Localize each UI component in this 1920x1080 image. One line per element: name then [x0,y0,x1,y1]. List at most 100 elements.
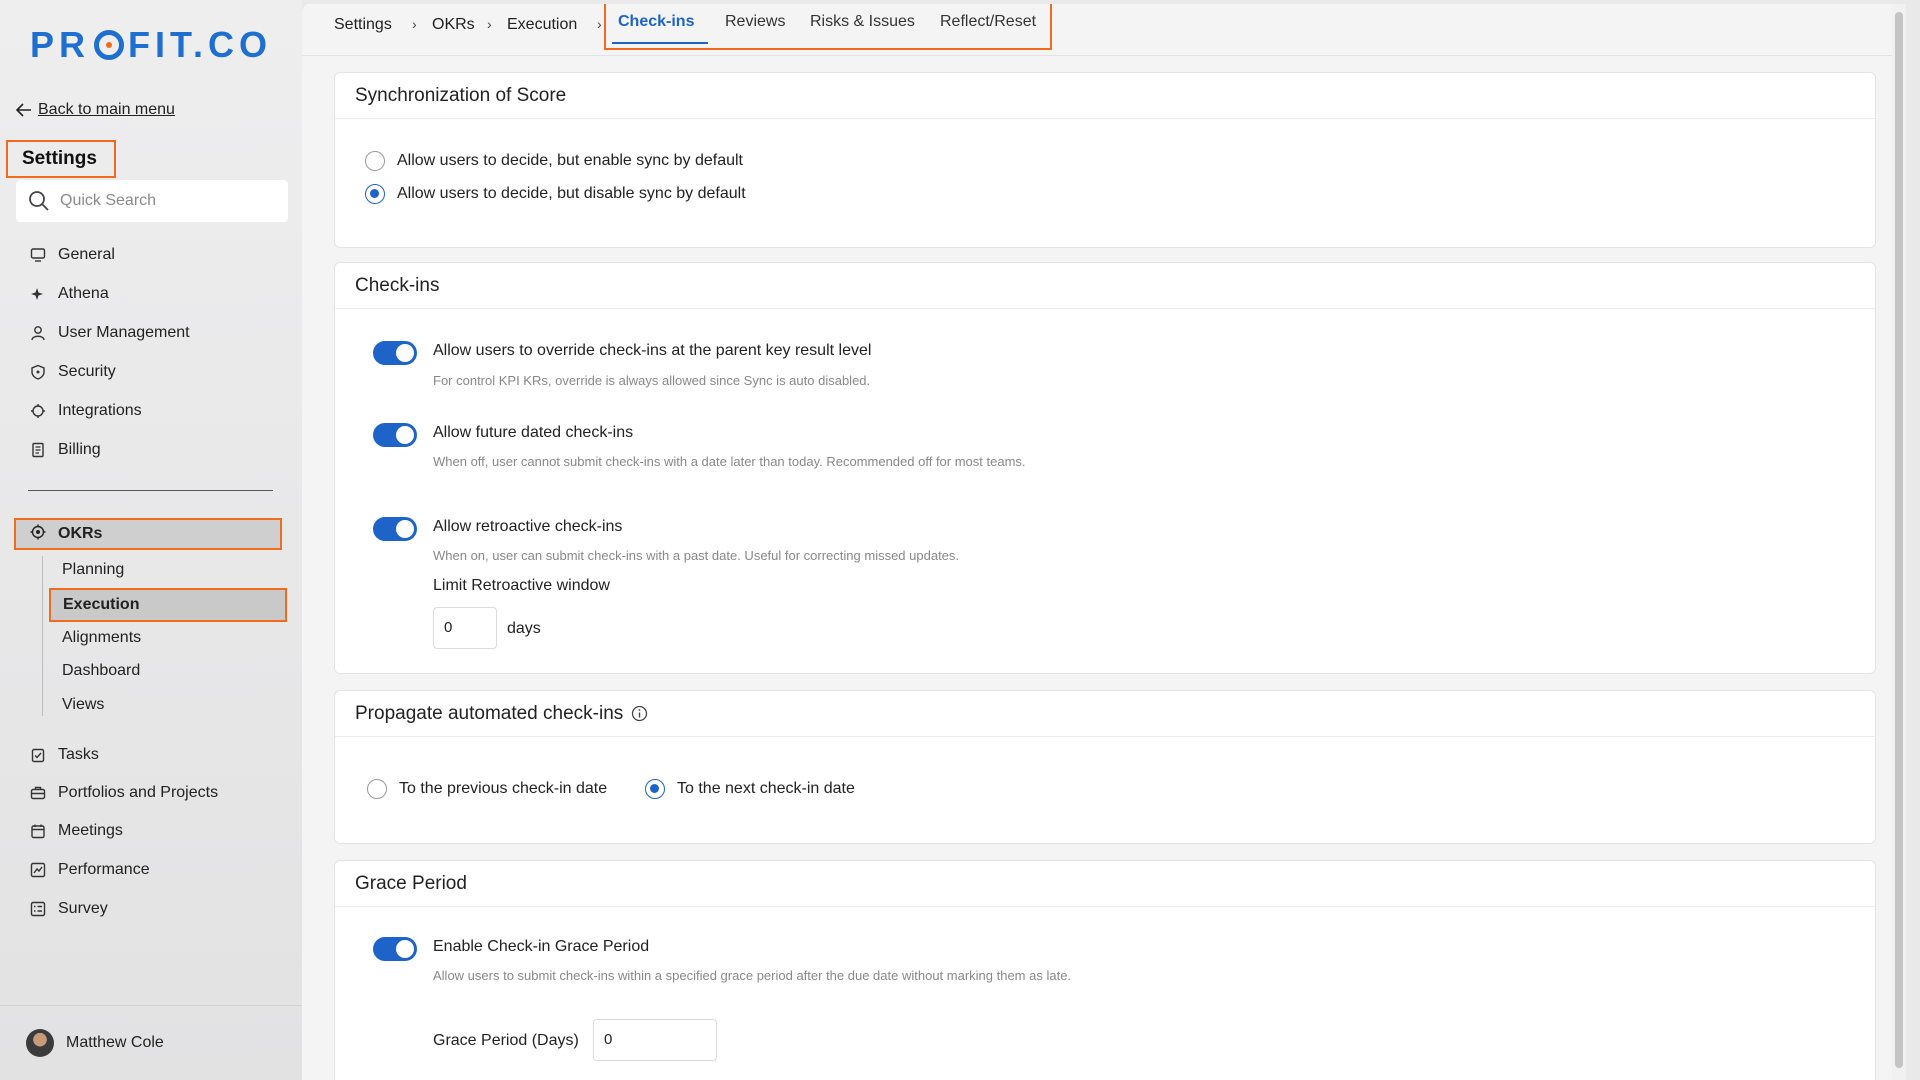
radio-label: Allow users to decide, but enable sync b… [397,152,743,169]
grace-days-input[interactable]: 0 [593,1019,717,1061]
back-link-label: Back to main menu [38,101,175,118]
scrollbar[interactable] [1892,4,1906,1080]
sidebar-item-label: Meetings [58,822,123,839]
sidebar-item-label: Athena [58,285,109,302]
calendar-icon [30,823,46,839]
sidebar: PRFIT.CO Back to main menu Settings Gene… [0,0,302,1080]
option-description: When off, user cannot submit check-ins w… [433,454,1026,469]
sidebar-item-security[interactable]: Security [30,360,116,384]
sidebar-subitem-execution[interactable]: Execution [49,588,287,622]
sidebar-item-integrations[interactable]: Integrations [30,399,142,423]
clipboard-check-icon [30,747,46,763]
main-content: Settings › OKRs › Execution › Check-ins … [302,4,1906,1080]
radio-label: To the next check-in date [677,780,855,797]
breadcrumb-execution[interactable]: Execution [507,16,577,34]
sidebar-subitem-alignments[interactable]: Alignments [62,629,141,647]
active-tab-indicator [612,42,708,44]
check-ins-card: Check-ins Allow users to override check-… [334,262,1876,674]
submenu-guide-line [42,556,43,716]
propagate-option-previous[interactable]: To the previous check-in date [367,779,607,799]
toggle-grace-period[interactable] [373,937,417,961]
sidebar-item-general[interactable]: General [30,243,115,267]
toggle-retroactive[interactable] [373,517,417,541]
radio-button[interactable] [365,151,385,171]
sidebar-item-label: User Management [58,324,190,341]
breadcrumb-okrs[interactable]: OKRs [432,16,475,34]
days-unit: days [507,620,541,637]
breadcrumb-settings[interactable]: Settings [334,16,392,34]
survey-icon [30,901,46,917]
propagate-option-next[interactable]: To the next check-in date [645,779,855,799]
sidebar-item-meetings[interactable]: Meetings [30,819,123,843]
user-profile[interactable]: Matthew Cole [0,1005,302,1080]
info-icon[interactable] [631,705,648,722]
card-title: Propagate automated check-ins [355,702,624,724]
shield-icon [30,364,46,380]
sidebar-subitem-planning[interactable]: Planning [62,561,124,579]
sidebar-item-athena[interactable]: Athena [30,282,109,306]
sync-score-card: Synchronization of Score Allow users to … [334,72,1876,248]
back-to-main-menu-link[interactable]: Back to main menu [16,101,175,119]
user-name: Matthew Cole [66,1034,164,1051]
logo-target-icon [94,30,125,60]
scrollbar-thumb[interactable] [1895,12,1903,1068]
retroactive-days-input[interactable]: 0 [433,607,497,649]
sidebar-subitem-dashboard[interactable]: Dashboard [62,662,140,680]
arrow-left-icon [16,103,31,117]
sidebar-item-portfolios[interactable]: Portfolios and Projects [30,781,218,805]
radio-label: Allow users to decide, but disable sync … [397,185,746,202]
sidebar-item-tasks[interactable]: Tasks [30,743,99,767]
radio-label: To the previous check-in date [399,780,608,797]
propagate-card: Propagate automated check-ins To the pre… [334,690,1876,844]
top-navigation: Settings › OKRs › Execution › Check-ins … [302,4,1906,56]
tab-check-ins[interactable]: Check-ins [618,13,694,31]
option-description: Allow users to submit check-ins within a… [433,968,1072,983]
sidebar-item-label: Portfolios and Projects [58,784,219,801]
card-title: Check-ins [335,263,1875,309]
profitco-logo[interactable]: PR FIT.CO [30,24,272,66]
sidebar-item-okrs[interactable]: OKRs [14,518,282,550]
card-header: Propagate automated check-ins [335,691,1875,737]
radio-button-selected[interactable] [365,184,385,204]
target-icon [30,524,46,545]
grace-period-card: Grace Period Enable Check-in Grace Perio… [334,860,1876,1080]
option-title: Allow users to override check-ins at the… [433,342,872,359]
sidebar-item-label: Integrations [58,402,142,419]
settings-title: Settings [6,140,116,178]
sidebar-item-label: Security [58,363,116,380]
sync-option-disable[interactable]: Allow users to decide, but disable sync … [365,184,746,204]
grace-days-label: Grace Period (Days) [433,1032,579,1049]
toggle-future-dated[interactable] [373,423,417,447]
chart-icon [30,862,46,878]
sidebar-item-survey[interactable]: Survey [30,897,108,921]
radio-button[interactable] [367,779,387,799]
sidebar-item-label: OKRs [58,525,103,542]
radio-button-selected[interactable] [645,779,665,799]
sidebar-item-user-management[interactable]: User Management [30,321,190,345]
avatar [26,1029,54,1057]
breadcrumb-separator: › [412,16,417,32]
sidebar-item-label: Performance [58,861,150,878]
search-input[interactable] [60,192,260,210]
quick-search[interactable] [16,180,288,222]
tab-reflect-reset[interactable]: Reflect/Reset [940,13,1036,31]
sidebar-item-performance[interactable]: Performance [30,858,150,882]
card-title: Grace Period [335,861,1875,907]
search-icon [29,191,49,211]
toggle-override-checkins[interactable] [373,341,417,365]
option-title: Allow future dated check-ins [433,424,634,441]
option-description: When on, user can submit check-ins with … [433,548,960,563]
sync-option-enable[interactable]: Allow users to decide, but enable sync b… [365,151,743,171]
sidebar-item-billing[interactable]: Billing [30,438,101,462]
breadcrumb-separator: › [597,16,602,32]
option-description: For control KPI KRs, override is always … [433,373,871,388]
card-title: Synchronization of Score [335,73,1875,119]
receipt-icon [30,442,46,458]
sidebar-subitem-views[interactable]: Views [62,696,104,714]
option-title: Enable Check-in Grace Period [433,938,650,955]
tab-reviews[interactable]: Reviews [725,13,785,31]
option-title: Allow retroactive check-ins [433,518,623,535]
sidebar-item-label: Billing [58,441,101,458]
tab-risks-issues[interactable]: Risks & Issues [810,13,915,31]
user-icon [30,325,46,341]
